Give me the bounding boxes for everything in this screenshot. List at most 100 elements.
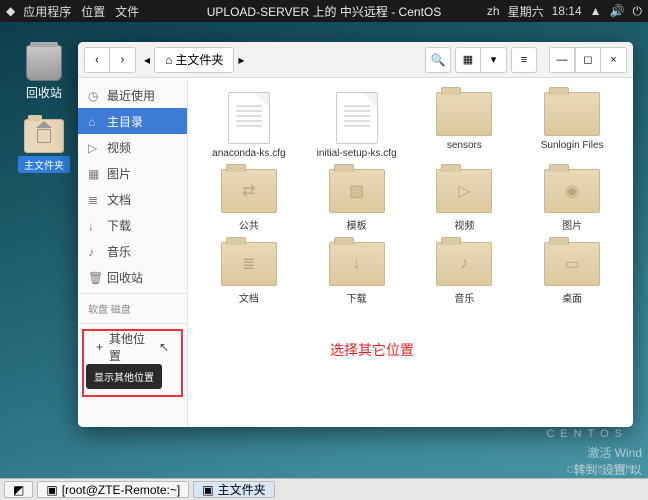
file-manager-window: ‹ › ◂ ⌂ 主文件夹 ▸ 🔍 ▦ ▾ ≡ — ◻ × ◷最近使用⌂主目录▷视… bbox=[78, 42, 633, 427]
folder-item[interactable]: ▧ 模板 bbox=[306, 169, 408, 232]
item-label: initial-setup-ks.cfg bbox=[317, 148, 397, 159]
power-icon[interactable]: ⏻ bbox=[633, 4, 643, 19]
sidebar-item-video[interactable]: ▷视频 bbox=[78, 134, 187, 160]
folder-icon: ▭ bbox=[544, 242, 600, 286]
activities-icon[interactable]: ◆ bbox=[6, 4, 15, 18]
item-label: 音乐 bbox=[454, 290, 474, 305]
video-icon: ▷ bbox=[88, 141, 101, 154]
top-menu-bar: ◆ 应用程序 位置 文件 UPLOAD-SERVER 上的 中兴远程 - Cen… bbox=[0, 0, 648, 22]
sidebar: ◷最近使用⌂主目录▷视频▦图片≣文档↓下载♪音乐🗑回收站 软盘 磁盘 + 其他位… bbox=[78, 78, 188, 427]
file-icon bbox=[228, 92, 270, 144]
folder-item[interactable]: Sunlogin Files bbox=[521, 92, 623, 159]
trash-icon: 🗑 bbox=[88, 271, 101, 284]
network-icon[interactable]: ▲ bbox=[590, 4, 602, 18]
folder-item[interactable]: ▷ 视频 bbox=[414, 169, 516, 232]
menu-applications[interactable]: 应用程序 bbox=[23, 3, 71, 20]
folder-icon: ▣ bbox=[202, 483, 213, 497]
image-icon: ▦ bbox=[88, 167, 101, 180]
taskbar: ◩ ▣ [root@ZTE-Remote:~] ▣ 主文件夹 bbox=[0, 478, 648, 500]
item-label: 文档 bbox=[239, 290, 259, 305]
item-label: 桌面 bbox=[562, 290, 582, 305]
forward-button[interactable]: › bbox=[110, 47, 136, 73]
path-home-button[interactable]: ⌂ 主文件夹 bbox=[154, 47, 234, 73]
folder-item[interactable]: ⇄公共 bbox=[198, 169, 300, 232]
item-label: 模板 bbox=[347, 217, 367, 232]
file-manager-header: ‹ › ◂ ⌂ 主文件夹 ▸ 🔍 ▦ ▾ ≡ — ◻ × bbox=[78, 42, 633, 78]
sidebar-item-doc[interactable]: ≣文档 bbox=[78, 186, 187, 212]
folder-icon bbox=[24, 119, 64, 153]
home-label: 主文件夹 bbox=[18, 156, 70, 173]
folder-icon: ↓ bbox=[329, 242, 385, 286]
menu-button[interactable]: ≡ bbox=[511, 47, 537, 73]
menu-files[interactable]: 文件 bbox=[115, 3, 139, 20]
time-label: 18:14 bbox=[552, 4, 582, 18]
taskbar-filemanager[interactable]: ▣ 主文件夹 bbox=[193, 481, 274, 498]
folder-item[interactable]: ▭ 桌面 bbox=[521, 242, 623, 305]
sidebar-item-download[interactable]: ↓下载 bbox=[78, 212, 187, 238]
search-icon: 🔍 bbox=[431, 53, 446, 67]
volume-icon[interactable]: 🔊 bbox=[610, 4, 625, 18]
folder-icon: ≣ bbox=[221, 242, 277, 286]
folder-item[interactable]: ◉ 图片 bbox=[521, 169, 623, 232]
item-label: 视频 bbox=[454, 217, 474, 232]
home-desktop-icon[interactable]: 主文件夹 bbox=[18, 119, 70, 173]
path-sep: ◂ bbox=[144, 53, 150, 67]
folder-icon bbox=[436, 92, 492, 136]
sidebar-item-home[interactable]: ⌂主目录 bbox=[78, 108, 187, 134]
plus-icon: + bbox=[96, 340, 103, 354]
item-label: 公共 bbox=[239, 217, 259, 232]
doc-icon: ≣ bbox=[88, 193, 101, 206]
close-button[interactable]: × bbox=[601, 47, 627, 73]
folder-icon bbox=[544, 92, 600, 136]
tooltip: 显示其他位置 bbox=[86, 364, 162, 389]
icon-view-button[interactable]: ▦ bbox=[455, 47, 481, 73]
sidebar-item-clock[interactable]: ◷最近使用 bbox=[78, 82, 187, 108]
music-icon: ♪ bbox=[88, 245, 101, 258]
sidebar-item-music[interactable]: ♪音乐 bbox=[78, 238, 187, 264]
sidebar-disk-header: 软盘 磁盘 bbox=[78, 297, 187, 320]
home-icon: ⌂ bbox=[88, 115, 101, 128]
download-icon: ↓ bbox=[88, 219, 101, 232]
sidebar-item-trash[interactable]: 🗑回收站 bbox=[78, 264, 187, 290]
item-label: 下载 bbox=[347, 290, 367, 305]
sidebar-other-locations[interactable]: + 其他位置 ↖ bbox=[86, 334, 179, 360]
desktop-icons: 回收站 主文件夹 bbox=[18, 45, 70, 173]
folder-icon: ◉ bbox=[544, 169, 600, 213]
window-title: UPLOAD-SERVER 上的 中兴远程 - CentOS bbox=[207, 3, 442, 20]
folder-item[interactable]: ↓ 下载 bbox=[306, 242, 408, 305]
sidebar-item-image[interactable]: ▦图片 bbox=[78, 160, 187, 186]
item-label: 图片 bbox=[562, 217, 582, 232]
view-options-button[interactable]: ▾ bbox=[481, 47, 507, 73]
folder-item[interactable]: ♪ 音乐 bbox=[414, 242, 516, 305]
path-sep: ▸ bbox=[238, 53, 244, 67]
clock-icon: ◷ bbox=[88, 89, 101, 102]
menu-places[interactable]: 位置 bbox=[81, 3, 105, 20]
file-icon bbox=[336, 92, 378, 144]
item-label: anaconda-ks.cfg bbox=[212, 148, 285, 159]
cursor-icon: ↖ bbox=[159, 340, 169, 354]
folder-item[interactable]: ≣ 文档 bbox=[198, 242, 300, 305]
folder-icon: ♪ bbox=[436, 242, 492, 286]
search-button[interactable]: 🔍 bbox=[425, 47, 451, 73]
folder-icon: ▧ bbox=[329, 169, 385, 213]
terminal-icon: ▣ bbox=[46, 483, 57, 497]
trash-icon bbox=[26, 45, 62, 81]
file-item[interactable]: initial-setup-ks.cfg bbox=[306, 92, 408, 159]
day-label: 星期六 bbox=[508, 3, 544, 20]
show-desktop-button[interactable]: ◩ bbox=[4, 481, 33, 498]
lang-indicator[interactable]: zh bbox=[487, 4, 500, 18]
back-button[interactable]: ‹ bbox=[84, 47, 110, 73]
annotation-text: 选择其它位置 bbox=[330, 340, 414, 360]
minimize-button[interactable]: — bbox=[549, 47, 575, 73]
taskbar-terminal[interactable]: ▣ [root@ZTE-Remote:~] bbox=[37, 481, 189, 498]
maximize-button[interactable]: ◻ bbox=[575, 47, 601, 73]
folder-icon: ▷ bbox=[436, 169, 492, 213]
csdn-watermark: CSDN @骑团长 bbox=[567, 461, 638, 476]
file-item[interactable]: anaconda-ks.cfg bbox=[198, 92, 300, 159]
home-icon: ⌂ bbox=[165, 53, 172, 67]
trash-label: 回收站 bbox=[26, 84, 62, 101]
folder-item[interactable]: sensors bbox=[414, 92, 516, 159]
trash-desktop-icon[interactable]: 回收站 bbox=[26, 45, 62, 101]
centos-watermark: 7 CENTOS bbox=[546, 373, 628, 440]
other-locations-highlight: + 其他位置 ↖ 显示其他位置 bbox=[82, 329, 183, 397]
